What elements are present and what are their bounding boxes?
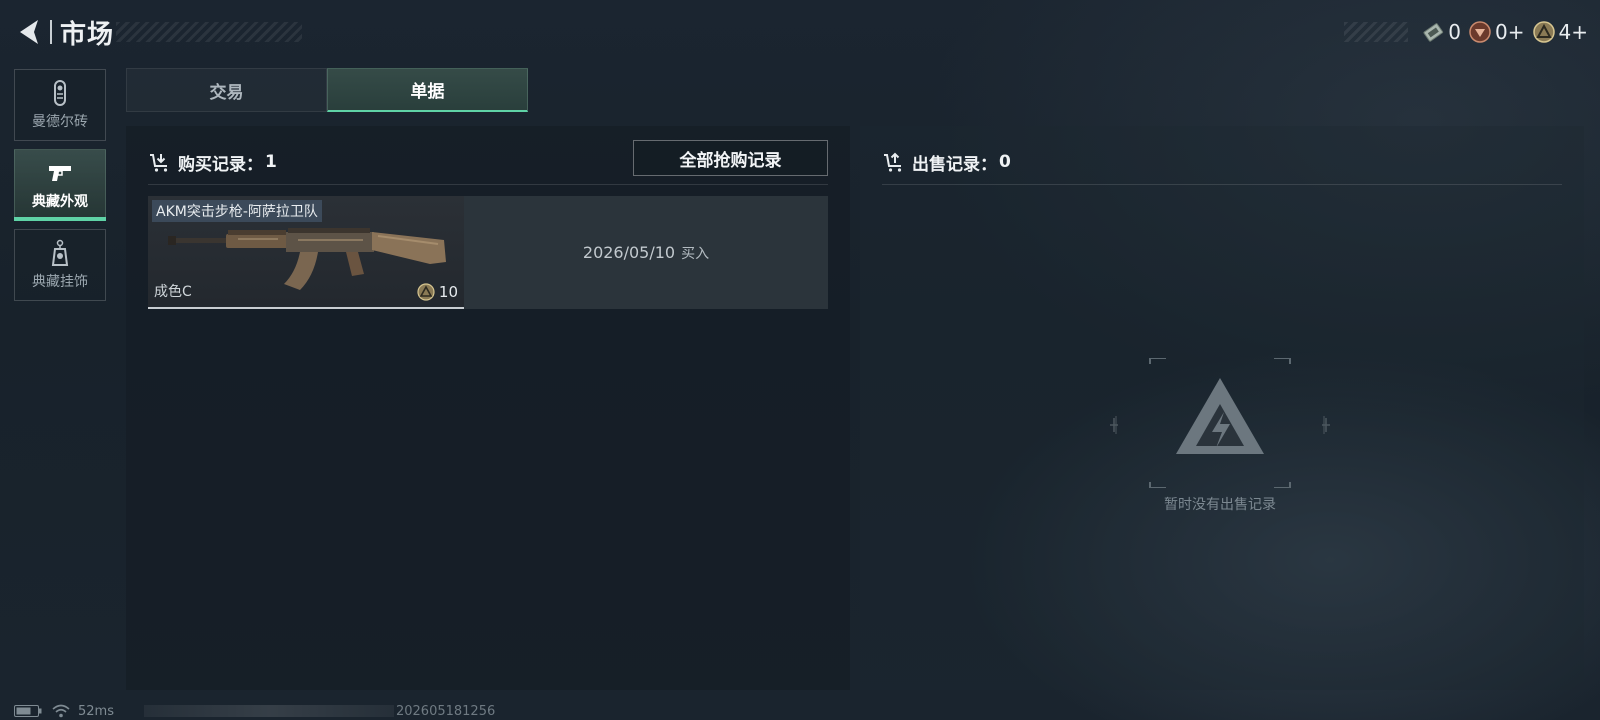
side-nav: 曼德尔砖 典藏外观 典藏挂饰 — [14, 69, 106, 309]
redacted-bar — [143, 705, 394, 717]
sidebar-item-label: 曼德尔砖 — [32, 114, 88, 130]
back-button[interactable] — [14, 16, 44, 48]
tab-bar: 交易 单据 — [126, 68, 528, 112]
status-footer: 52ms 202605181256 — [14, 702, 495, 720]
all-flash-sale-records-button[interactable]: 全部抢购记录 — [633, 140, 828, 176]
purchase-records-label: 购买记录： — [178, 154, 263, 175]
panel-divider — [882, 184, 1562, 185]
coin-token-icon — [1532, 21, 1555, 43]
currency-coin[interactable]: 4+ — [1532, 20, 1588, 44]
sales-records-header: 出售记录： 0 — [882, 148, 1011, 176]
record-date: 2026/05/10 — [582, 243, 676, 262]
sidebar-item-mandel-brick[interactable]: 曼德尔砖 — [14, 69, 106, 141]
tab-orders[interactable]: 单据 — [327, 68, 528, 112]
item-card: AKM突击步枪-阿萨拉卫队 成色C 10 — [148, 196, 464, 309]
sidebar-item-collection-charms[interactable]: 典藏挂饰 — [14, 229, 106, 301]
purchase-records-header: 购买记录： 1 — [148, 148, 277, 176]
empty-state: 暂时没有出售记录 — [1110, 357, 1330, 518]
network-latency: 52ms — [78, 703, 114, 719]
cart-download-icon — [150, 154, 168, 172]
item-name: AKM突击步枪-阿萨拉卫队 — [152, 200, 322, 222]
ticket-icon — [1423, 23, 1444, 42]
panel-divider — [148, 184, 828, 185]
item-price: 10 — [417, 283, 458, 301]
currency-coin-value: 4+ — [1558, 20, 1588, 44]
pistol-icon — [49, 166, 71, 181]
title-separator — [50, 20, 52, 44]
sidebar-item-label: 典藏外观 — [32, 194, 88, 210]
cart-upload-icon — [884, 152, 902, 172]
gem-token-icon — [1469, 21, 1491, 43]
empty-logo-icon — [1110, 357, 1330, 489]
sales-records-label: 出售记录： — [912, 154, 997, 175]
sidebar-item-label: 典藏挂饰 — [32, 274, 88, 290]
record-info: 2026/05/10 买入 — [464, 196, 828, 309]
wifi-icon — [52, 704, 70, 718]
empty-state-text: 暂时没有出售记录 — [1164, 497, 1276, 513]
charm-icon — [51, 239, 69, 266]
page-title: 市场 — [60, 20, 115, 50]
record-action: 买入 — [681, 245, 710, 262]
purchase-records-panel: 购买记录： 1 全部抢购记录 AKM突击步枪-阿萨拉卫队 成色C 10 2026… — [126, 126, 850, 690]
brick-icon — [54, 80, 66, 106]
currency-ticket-value: 0 — [1448, 20, 1462, 44]
coin-token-icon — [417, 283, 435, 301]
tab-trade[interactable]: 交易 — [126, 68, 327, 112]
item-grade: 成色C — [154, 284, 192, 300]
title-decoration — [116, 22, 302, 42]
akm-rifle-icon — [168, 228, 446, 290]
purchase-records-count: 1 — [265, 152, 277, 172]
battery-icon — [14, 705, 42, 717]
top-bar: 市场 0 0+ 4+ — [0, 0, 1600, 64]
item-price-value: 10 — [438, 283, 458, 301]
currency-decoration — [1344, 22, 1409, 42]
sales-records-count: 0 — [999, 152, 1011, 172]
currency-bar: 0 0+ 4+ — [1344, 20, 1588, 44]
purchase-record-row[interactable]: AKM突击步枪-阿萨拉卫队 成色C 10 2026/05/10 买入 — [148, 196, 828, 309]
build-id: 202605181256 — [395, 703, 496, 719]
currency-gem-value: 0+ — [1495, 20, 1525, 44]
currency-ticket[interactable]: 0 — [1422, 20, 1461, 44]
currency-gem[interactable]: 0+ — [1469, 20, 1525, 44]
sales-records-panel: 出售记录： 0 暂时没有出售记录 — [860, 126, 1584, 690]
sidebar-item-collection-skins[interactable]: 典藏外观 — [14, 149, 106, 221]
back-arrow-icon — [20, 20, 38, 44]
